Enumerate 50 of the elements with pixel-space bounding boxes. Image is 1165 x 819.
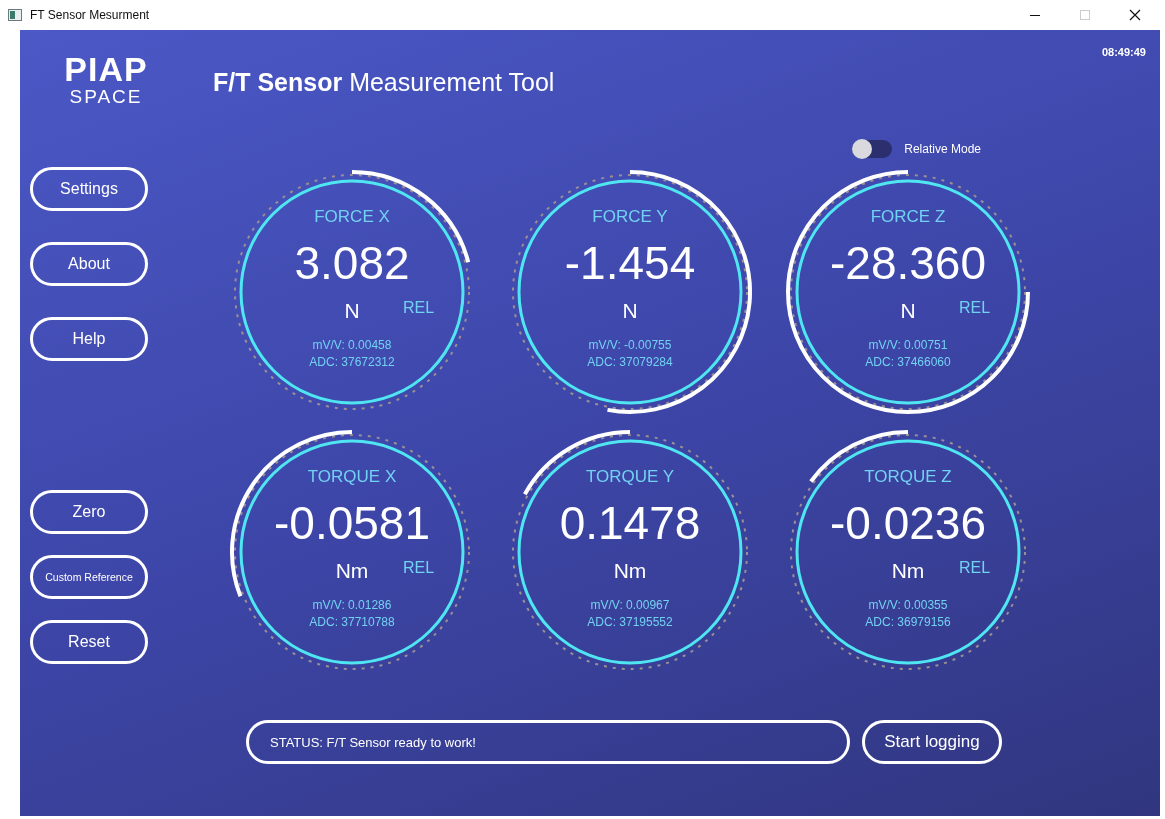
gauge-unit: Nm — [613, 559, 647, 583]
adc-reading: ADC: 37466060 — [865, 354, 951, 371]
gauge-label: TORQUE X — [307, 467, 397, 487]
gauge-value: -0.0236 — [830, 497, 986, 549]
rel-label: REL — [959, 299, 991, 317]
adc-reading: ADC: 37079284 — [587, 354, 673, 371]
gauge-value: -0.0581 — [274, 497, 430, 549]
clock: 08:49:49 — [1101, 46, 1146, 58]
app-title: F/T Sensor Measurement Tool — [213, 68, 555, 97]
mvv-reading: mV/V: 0.00967 — [590, 597, 670, 614]
adc-reading: ADC: 36979156 — [865, 614, 951, 631]
gauge-value: -1.454 — [564, 237, 696, 289]
gauge-label: FORCE X — [314, 207, 390, 227]
adc-reading: ADC: 37195552 — [587, 614, 673, 631]
toggle-label: Relative Mode — [904, 142, 981, 156]
mvv-reading: mV/V: 0.00458 — [312, 337, 392, 354]
rel-label: REL — [959, 559, 991, 577]
adc-reading: ADC: 37710788 — [309, 614, 395, 631]
relative-mode-toggle[interactable] — [852, 140, 893, 158]
gauge-label: TORQUE Y — [585, 467, 675, 487]
gauge-unit: N — [900, 299, 916, 323]
sidebar-button[interactable]: About — [30, 242, 148, 286]
gauge-value: -28.360 — [830, 237, 986, 289]
gauge-label: FORCE Y — [592, 207, 668, 227]
gauge-unit: Nm — [891, 559, 925, 583]
gauge-label: FORCE Z — [870, 207, 946, 227]
rel-label: REL — [403, 559, 435, 577]
sidebar-button[interactable]: Custom Reference — [30, 555, 148, 599]
gauge-unit: Nm — [335, 559, 369, 583]
status-field: STATUS: F/T Sensor ready to work! — [246, 720, 850, 764]
sidebar-button[interactable]: Help — [30, 317, 148, 361]
sidebar-button[interactable]: Reset — [30, 620, 148, 664]
gauge-label: TORQUE Z — [864, 467, 952, 487]
gauge-unit: N — [344, 299, 360, 323]
mvv-reading: mV/V: 0.01286 — [312, 597, 392, 614]
sidebar-button[interactable]: Zero — [30, 490, 148, 534]
mvv-reading: mV/V: 0.00355 — [868, 597, 948, 614]
close-icon[interactable] — [1129, 9, 1141, 21]
adc-reading: ADC: 37672312 — [309, 354, 395, 371]
logo: PIAP SPACE — [63, 52, 149, 108]
app-icon — [8, 9, 22, 21]
gauge-value: 0.1478 — [559, 497, 701, 549]
mvv-reading: mV/V: -0.00755 — [588, 337, 672, 354]
window-title: FT Sensor Mesurment — [30, 8, 150, 22]
sidebar-button[interactable]: Settings — [30, 167, 148, 211]
mvv-reading: mV/V: 0.00751 — [868, 337, 948, 354]
gauge-value: 3.082 — [294, 237, 410, 289]
rel-label: REL — [403, 299, 435, 317]
start-logging-button[interactable]: Start logging — [862, 720, 1002, 764]
gauge-unit: N — [622, 299, 638, 323]
